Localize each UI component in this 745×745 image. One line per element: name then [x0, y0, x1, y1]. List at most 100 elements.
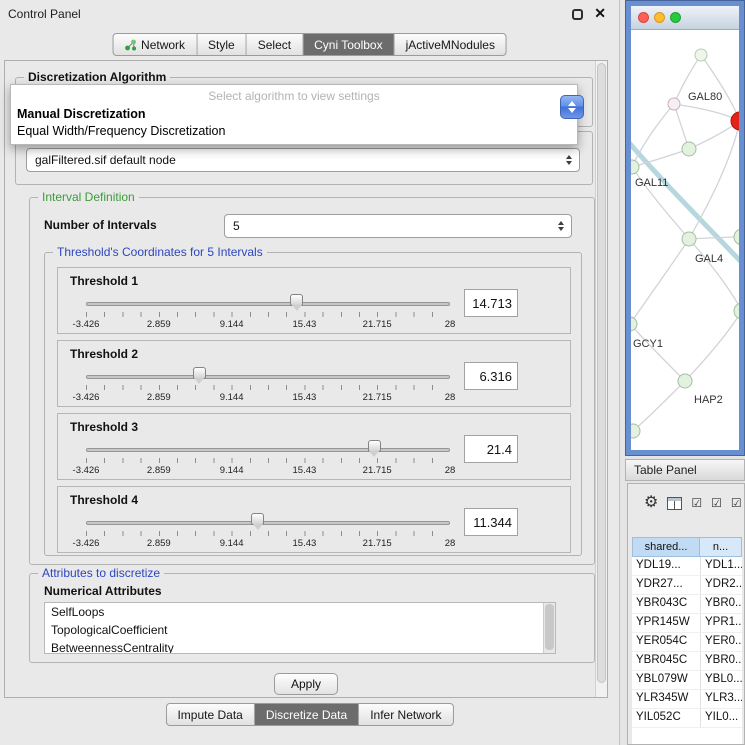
- network-node[interactable]: [682, 232, 696, 246]
- tick-label: 15.43: [293, 319, 317, 330]
- tab-select[interactable]: Select: [247, 34, 303, 55]
- node-label: GAL4: [695, 253, 723, 265]
- dropdown-option-manual-discretization[interactable]: Manual Discretization: [11, 106, 577, 123]
- tick-label: 28: [445, 465, 456, 476]
- network-node[interactable]: [731, 112, 739, 130]
- slider-scale: -3.4262.8599.14415.4321.71528: [86, 538, 450, 550]
- list-scrollbar[interactable]: [543, 603, 555, 653]
- table-cell: YBR0...: [700, 652, 742, 670]
- numerical-attributes-list[interactable]: SelfLoopsTopologicalCoefficientBetweenne…: [44, 602, 556, 654]
- network-node[interactable]: [631, 424, 640, 438]
- close-traffic-light-icon[interactable]: [638, 12, 649, 23]
- network-node[interactable]: [734, 303, 739, 319]
- node-label: GAL11: [635, 177, 668, 189]
- table-row[interactable]: YIL052CYIL0...: [632, 709, 742, 728]
- threshold-1-value-input[interactable]: [464, 289, 518, 317]
- threshold-2-slider[interactable]: -3.4262.8599.14415.4321.71528: [86, 365, 450, 405]
- combobox-stepper-icon[interactable]: [560, 95, 584, 119]
- tick-label: -3.426: [73, 538, 100, 549]
- tick-label: 15.43: [293, 465, 317, 476]
- tab-jactivemnodules[interactable]: jActiveMNodules: [395, 34, 506, 55]
- network-node[interactable]: [695, 49, 707, 61]
- network-node[interactable]: [734, 229, 739, 245]
- slider-track[interactable]: [86, 302, 450, 306]
- slider-ticks: [86, 531, 450, 536]
- threshold-3-slider[interactable]: -3.4262.8599.14415.4321.71528: [86, 438, 450, 478]
- group-title: Discretization Algorithm: [24, 70, 170, 84]
- threshold-3-value-input[interactable]: [464, 435, 518, 463]
- column-header[interactable]: shared...: [632, 537, 700, 557]
- tick-label: 9.144: [220, 392, 244, 403]
- tick-label: 2.859: [147, 465, 171, 476]
- table-cell: YBL079W: [632, 671, 700, 689]
- threshold-4-value-input[interactable]: [464, 508, 518, 536]
- tab-network[interactable]: Network: [113, 34, 197, 55]
- attribute-list-item[interactable]: TopologicalCoefficient: [45, 621, 555, 639]
- select-rows-icon[interactable]: ☑: [711, 497, 722, 509]
- tab-discretize-data[interactable]: Discretize Data: [255, 704, 359, 725]
- table-row[interactable]: YBR045CYBR0...: [632, 652, 742, 671]
- slider-track[interactable]: [86, 448, 450, 452]
- zoom-traffic-light-icon[interactable]: [670, 12, 681, 23]
- scrollbar-thumb[interactable]: [545, 604, 554, 650]
- float-window-icon[interactable]: [572, 9, 583, 20]
- table-row[interactable]: YPR145WYPR1...: [632, 614, 742, 633]
- network-node[interactable]: [668, 98, 680, 110]
- attribute-list-item[interactable]: SelfLoops: [45, 603, 555, 621]
- threshold-4-slider[interactable]: -3.4262.8599.14415.4321.71528: [86, 511, 450, 551]
- slider-ticks: [86, 458, 450, 463]
- table-row[interactable]: YDL19...YDL1...: [632, 557, 742, 576]
- tick-label: 2.859: [147, 319, 171, 330]
- tab-impute-data[interactable]: Impute Data: [166, 704, 254, 725]
- slider-track[interactable]: [86, 521, 450, 525]
- network-window-titlebar[interactable]: [631, 6, 739, 30]
- table-data-combobox[interactable]: galFiltered.sif default node: [26, 148, 580, 172]
- panel-scrollbar[interactable]: [595, 61, 607, 697]
- tab-infer-network[interactable]: Infer Network: [359, 704, 452, 725]
- scrollbar-thumb[interactable]: [597, 63, 606, 683]
- slider-thumb[interactable]: [368, 440, 381, 452]
- slider-thumb[interactable]: [193, 367, 206, 379]
- table-cell: YER0...: [700, 633, 742, 651]
- table-row[interactable]: YER054CYER0...: [632, 633, 742, 652]
- table-row[interactable]: YBR043CYBR0...: [632, 595, 742, 614]
- network-node[interactable]: [682, 142, 696, 156]
- table-row[interactable]: YLR345WYLR3...: [632, 690, 742, 709]
- network-node[interactable]: [631, 317, 637, 331]
- attribute-list-item[interactable]: BetweennessCentrality: [45, 639, 555, 654]
- table-cell: YBR0...: [700, 595, 742, 613]
- table-options-icon[interactable]: ☑: [731, 497, 742, 509]
- table-row[interactable]: YBL079WYBL0...: [632, 671, 742, 690]
- tab-style[interactable]: Style: [197, 34, 247, 55]
- tick-label: 9.144: [220, 319, 244, 330]
- threshold-1-slider[interactable]: -3.4262.8599.14415.4321.71528: [86, 292, 450, 332]
- threshold-2-value-input[interactable]: [464, 362, 518, 390]
- tick-label: 15.43: [293, 538, 317, 549]
- combobox-value: galFiltered.sif default node: [35, 153, 176, 167]
- tab-cyni-toolbox[interactable]: Cyni Toolbox: [303, 34, 394, 55]
- slider-thumb[interactable]: [251, 513, 264, 525]
- table-cell: YBR043C: [632, 595, 700, 613]
- threshold-1-box: Threshold 1 -3.4262.8599.14415.4321.7152…: [57, 267, 571, 334]
- select-columns-icon[interactable]: ☑: [691, 497, 702, 509]
- tick-label: 2.859: [147, 538, 171, 549]
- slider-scale: -3.4262.8599.14415.4321.71528: [86, 465, 450, 477]
- column-header[interactable]: n...: [700, 537, 742, 557]
- network-node[interactable]: [678, 374, 692, 388]
- tab-label: Network: [141, 38, 185, 52]
- columns-icon[interactable]: [667, 497, 682, 510]
- apply-button[interactable]: Apply: [274, 673, 338, 695]
- minimize-traffic-light-icon[interactable]: [654, 12, 665, 23]
- slider-thumb[interactable]: [290, 294, 303, 306]
- control-panel-tabs: Network Style Select Cyni Toolbox jActiv…: [112, 33, 507, 56]
- table-row[interactable]: YDR27...YDR2...: [632, 576, 742, 595]
- network-canvas[interactable]: GAL80GAL11GAL4GCY1HAP2: [631, 30, 739, 450]
- numerical-attributes-label: Numerical Attributes: [44, 584, 162, 598]
- dropdown-option-equal-width-frequency[interactable]: Equal Width/Frequency Discretization: [11, 123, 577, 140]
- gear-icon[interactable]: ⚙: [644, 495, 658, 511]
- number-of-intervals-combobox[interactable]: 5: [224, 214, 572, 238]
- network-node[interactable]: [631, 160, 639, 174]
- close-icon[interactable]: ✕: [594, 5, 606, 22]
- slider-track[interactable]: [86, 375, 450, 379]
- threshold-4-box: Threshold 4 -3.4262.8599.14415.4321.7152…: [57, 486, 571, 553]
